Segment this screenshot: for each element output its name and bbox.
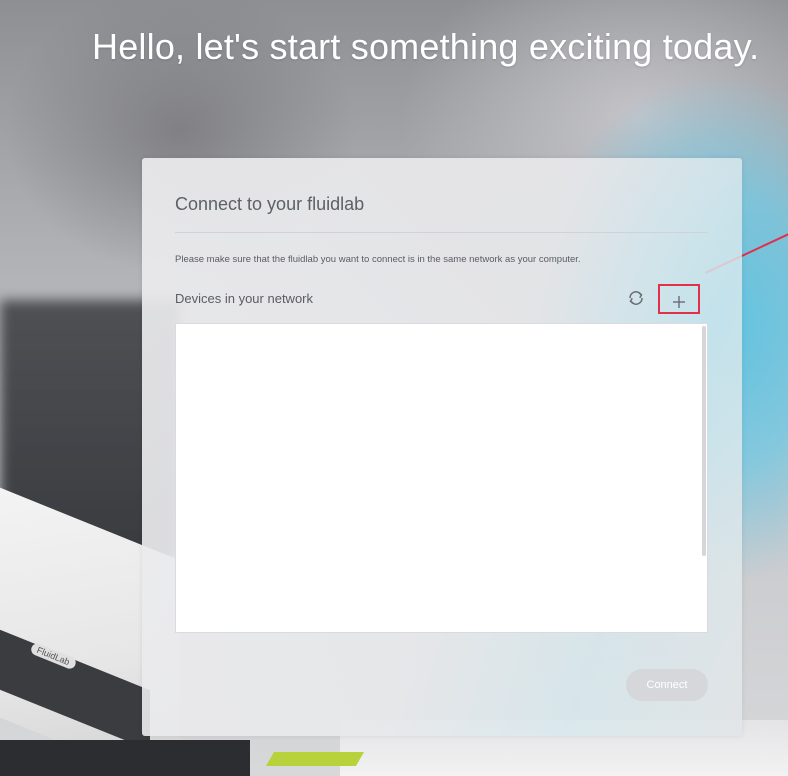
dialog-title: Connect to your fluidlab [175, 194, 365, 214]
plus-icon [673, 296, 685, 308]
network-hint: Please make sure that the fluidlab you w… [175, 254, 581, 265]
device-list[interactable] [175, 323, 708, 633]
connect-button[interactable]: Connect [626, 669, 708, 701]
connect-dialog: Connect to your fluidlab Please make sur… [142, 158, 742, 736]
background-green-strip [265, 752, 365, 766]
title-divider [175, 232, 708, 233]
devices-label: Devices in your network [175, 291, 313, 306]
add-device-button[interactable] [658, 284, 700, 314]
device-list-scrollbar[interactable] [702, 326, 706, 556]
refresh-icon[interactable] [626, 288, 646, 308]
background-dark-area [0, 740, 250, 776]
welcome-headline: Hello, let's start something exciting to… [92, 26, 760, 67]
